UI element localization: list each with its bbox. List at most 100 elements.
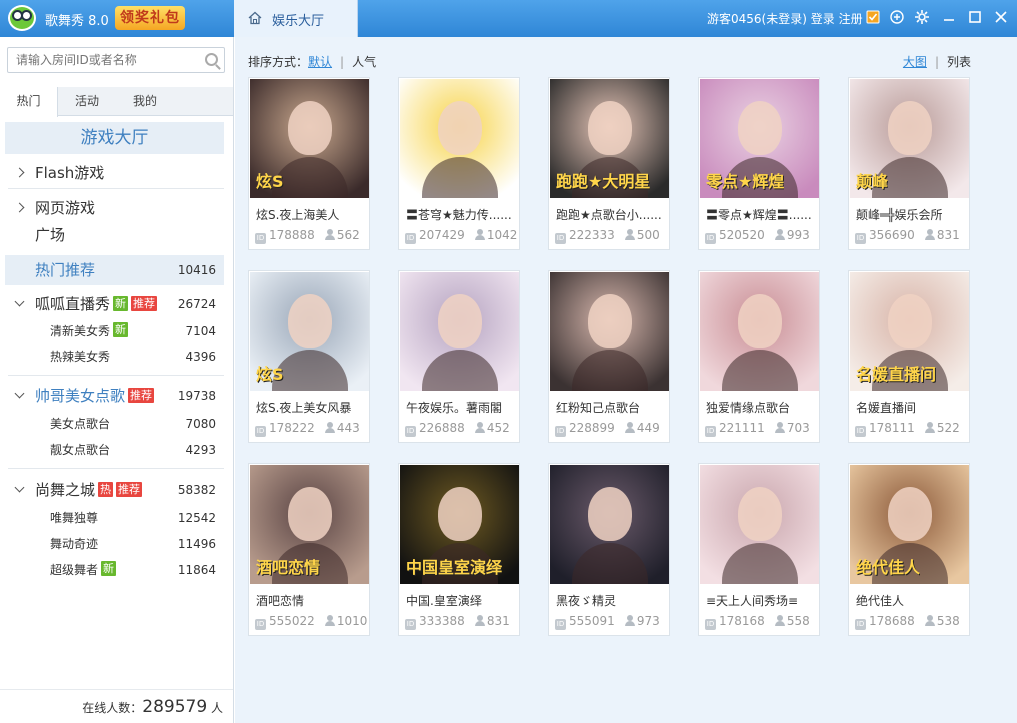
room-thumbnail bbox=[400, 79, 519, 198]
room-card[interactable]: 独爱情缘点歌台 ID 221111 703 bbox=[698, 270, 820, 443]
room-card[interactable]: 零点★辉煌 〓零点★辉煌〓...... ID 520520 993 bbox=[698, 77, 820, 250]
room-card[interactable]: 名媛直播间 名媛直播间 ID 178111 522 bbox=[848, 270, 970, 443]
room-card[interactable]: 绝代佳人 绝代佳人 ID 178688 538 bbox=[848, 463, 970, 636]
room-card[interactable]: 〓苍穹★魅力传...... ID 207429 1042 bbox=[398, 77, 520, 250]
recommend-badge: 推荐 bbox=[128, 388, 155, 403]
maximize-icon[interactable] bbox=[966, 9, 984, 27]
sidebar: 热门 活动 我的 游戏大厅 Flash游戏 网页游戏 广场 热门推荐 10416… bbox=[0, 37, 234, 723]
gift-promo-button[interactable]: 领奖礼包 bbox=[115, 6, 185, 30]
checkin-icon[interactable] bbox=[864, 9, 882, 27]
tab-activity[interactable]: 活动 bbox=[58, 87, 116, 116]
room-thumbnail: 零点★辉煌 bbox=[700, 79, 819, 198]
nav-sub-item[interactable]: 美女点歌台 7080 bbox=[0, 411, 234, 437]
nav-guagua-live[interactable]: 呱呱直播秀新推荐 26724 bbox=[0, 291, 234, 317]
search-box bbox=[7, 47, 225, 73]
minimize-icon[interactable] bbox=[940, 9, 958, 27]
id-icon: ID bbox=[405, 619, 416, 630]
room-user-count: 703 bbox=[786, 421, 810, 435]
user-icon bbox=[324, 422, 335, 433]
nav-shuaige-songs[interactable]: 帅哥美女点歌 推荐 19738 bbox=[0, 383, 234, 409]
game-hall-button[interactable]: 游戏大厅 bbox=[5, 122, 224, 154]
room-user-count: 973 bbox=[636, 614, 660, 628]
portrait-silhouette bbox=[438, 487, 482, 541]
room-id: 555022 bbox=[269, 614, 315, 628]
tab-mine[interactable]: 我的 bbox=[116, 87, 174, 116]
sort-popularity-button[interactable]: 人气 bbox=[352, 55, 376, 69]
tab-entertainment-hall[interactable]: 娱乐大厅 bbox=[234, 0, 358, 37]
nav-label: 尚舞之城热推荐 bbox=[35, 477, 143, 503]
nav-sub-item[interactable]: 热辣美女秀 4396 bbox=[0, 344, 234, 370]
room-meta: ID 178222 443 bbox=[255, 421, 371, 437]
nav-sub-item[interactable]: 舞动奇迹 11496 bbox=[0, 531, 234, 557]
room-name: 绝代佳人 bbox=[856, 594, 905, 608]
room-id: 226888 bbox=[419, 421, 465, 435]
room-card[interactable]: 黑夜ゞ精灵 ID 555091 973 bbox=[548, 463, 670, 636]
room-id: 356690 bbox=[869, 228, 915, 242]
search-icon[interactable] bbox=[205, 53, 218, 66]
room-card[interactable]: ≡天上人间秀场≡ ID 178168 558 bbox=[698, 463, 820, 636]
thumbnail-caption: 炫S bbox=[256, 365, 284, 384]
nav-label: 帅哥美女点歌 推荐 bbox=[35, 383, 155, 409]
nav-plaza[interactable]: 广场 bbox=[0, 222, 234, 248]
nav-count: 7104 bbox=[185, 324, 216, 338]
id-icon: ID bbox=[855, 426, 866, 437]
nav-label: Flash游戏 bbox=[35, 164, 105, 182]
room-meta: ID 226888 452 bbox=[405, 421, 521, 437]
skin-icon[interactable] bbox=[888, 9, 906, 27]
nav-label: 热门推荐 bbox=[35, 261, 96, 279]
room-card[interactable]: 跑跑★大明星 跑跑★点歌台小...... ID 222333 500 bbox=[548, 77, 670, 250]
room-name: 炫S.夜上海美人 bbox=[256, 208, 340, 222]
nav-shangwu-city[interactable]: 尚舞之城热推荐 58382 bbox=[0, 477, 234, 503]
nav-label: 网页游戏 bbox=[35, 199, 96, 217]
nav-flash-games[interactable]: Flash游戏 bbox=[0, 160, 234, 186]
chevron-down-icon bbox=[14, 296, 25, 307]
user-icon bbox=[624, 229, 635, 240]
room-card[interactable]: 中国皇室演绎 中国.皇室演绎 ID 333388 831 bbox=[398, 463, 520, 636]
room-card[interactable]: 午夜娱乐。薯雨閣 ID 226888 452 bbox=[398, 270, 520, 443]
room-name: 〓苍穹★魅力传...... bbox=[406, 208, 512, 222]
room-name: ≡天上人间秀场≡ bbox=[706, 594, 799, 608]
search-input[interactable] bbox=[8, 48, 188, 72]
room-card[interactable]: 颠峰 颠峰═╬娱乐会所 ID 356690 831 bbox=[848, 77, 970, 250]
sort-default-button[interactable]: 默认 bbox=[308, 55, 332, 69]
login-link[interactable]: 登录 bbox=[811, 12, 835, 26]
nav-hot-recommend[interactable]: 热门推荐 10416 bbox=[5, 255, 224, 285]
nav-web-games[interactable]: 网页游戏 bbox=[0, 195, 234, 221]
room-name: 炫S.夜上美女风暴 bbox=[256, 401, 352, 415]
thumbnail-caption: 酒吧恋情 bbox=[256, 558, 321, 577]
portrait-body bbox=[422, 157, 498, 198]
gear-icon[interactable] bbox=[913, 9, 931, 27]
register-link[interactable]: 注册 bbox=[839, 12, 863, 26]
portrait-silhouette bbox=[738, 101, 782, 155]
room-meta: ID 333388 831 bbox=[405, 614, 521, 630]
online-unit: 人 bbox=[210, 701, 223, 715]
room-thumbnail: 绝代佳人 bbox=[850, 465, 969, 584]
new-badge: 新 bbox=[113, 322, 129, 337]
thumbnail-caption: 跑跑★大明星 bbox=[556, 172, 651, 191]
nav-sub-item[interactable]: 超级舞者新 11864 bbox=[0, 557, 234, 583]
room-meta: ID 356690 831 bbox=[855, 228, 971, 244]
id-icon: ID bbox=[405, 426, 416, 437]
chevron-right-icon bbox=[14, 167, 25, 178]
nav-sub-item[interactable]: 靓女点歌台 4293 bbox=[0, 437, 234, 463]
room-card[interactable]: 酒吧恋情 酒吧恋情 ID 555022 1010 bbox=[248, 463, 370, 636]
close-icon[interactable] bbox=[992, 9, 1010, 27]
room-card[interactable]: 红粉知己点歌台 ID 228899 449 bbox=[548, 270, 670, 443]
view-large-button[interactable]: 大图 bbox=[903, 55, 927, 69]
room-thumbnail: 颠峰 bbox=[850, 79, 969, 198]
user-icon bbox=[624, 422, 635, 433]
user-icon bbox=[624, 615, 635, 626]
id-icon: ID bbox=[705, 233, 716, 244]
view-list-button[interactable]: 列表 bbox=[947, 55, 971, 69]
tab-hot[interactable]: 热门 bbox=[0, 87, 58, 117]
id-icon: ID bbox=[855, 233, 866, 244]
nav-sub-item[interactable]: 唯舞独尊 12542 bbox=[0, 505, 234, 531]
room-meta: ID 222333 500 bbox=[555, 228, 671, 244]
room-card[interactable]: 炫S 炫S.夜上美女风暴 ID 178222 443 bbox=[248, 270, 370, 443]
title-bar: 歌舞秀 8.0 领奖礼包 娱乐大厅 游客0456(未登录) 登录 注册 bbox=[0, 0, 1017, 37]
room-meta: ID 520520 993 bbox=[705, 228, 821, 244]
room-card[interactable]: 炫S 炫S.夜上海美人 ID 178888 562 bbox=[248, 77, 370, 250]
id-icon: ID bbox=[555, 233, 566, 244]
user-icon bbox=[924, 615, 935, 626]
nav-sub-item[interactable]: 清新美女秀新 7104 bbox=[0, 318, 234, 344]
